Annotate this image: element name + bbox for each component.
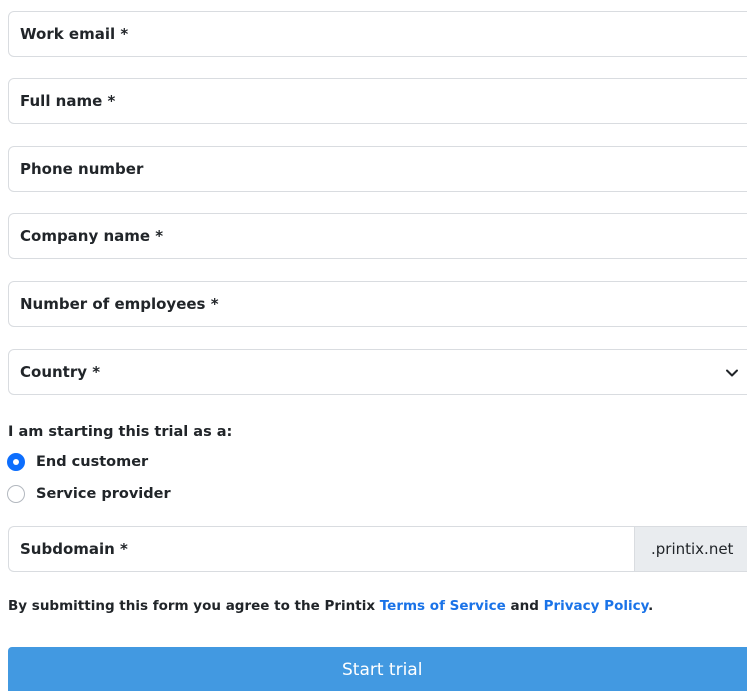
radio-end-customer[interactable]: End customer (7, 453, 148, 471)
terms-notice: By submitting this form you agree to the… (8, 598, 653, 614)
phone-number-field[interactable]: Phone number (8, 146, 747, 192)
terms-suffix: . (648, 598, 654, 614)
country-label: Country * (20, 363, 101, 381)
number-of-employees-field[interactable]: Number of employees * (8, 281, 747, 327)
full-name-label: Full name * (20, 92, 116, 110)
radio-selected-icon[interactable] (7, 453, 25, 471)
radio-service-provider-label: Service provider (36, 486, 171, 502)
number-of-employees-label: Number of employees * (20, 295, 219, 313)
subdomain-input-group: Subdomain * .printix.net (8, 526, 747, 572)
full-name-field[interactable]: Full name * (8, 78, 747, 124)
radio-unselected-icon[interactable] (7, 485, 25, 503)
signup-form: Work email * Full name * Phone number Co… (0, 0, 747, 691)
work-email-field[interactable]: Work email * (8, 11, 747, 57)
trial-question: I am starting this trial as a: (8, 424, 233, 440)
start-trial-label: Start trial (342, 660, 423, 680)
subdomain-field[interactable]: Subdomain * (8, 526, 634, 572)
terms-middle: and (510, 598, 539, 614)
phone-number-label: Phone number (20, 160, 144, 178)
chevron-down-icon (726, 369, 738, 377)
subdomain-label: Subdomain * (20, 540, 128, 558)
company-name-field[interactable]: Company name * (8, 213, 747, 259)
radio-service-provider[interactable]: Service provider (7, 485, 171, 503)
subdomain-suffix: .printix.net (634, 526, 747, 572)
terms-of-service-link[interactable]: Terms of Service (380, 598, 506, 614)
work-email-label: Work email * (20, 25, 129, 43)
country-select[interactable]: Country * (8, 349, 747, 395)
company-name-label: Company name * (20, 227, 164, 245)
radio-end-customer-label: End customer (36, 454, 149, 470)
start-trial-button[interactable]: Start trial (8, 647, 747, 691)
terms-prefix: By submitting this form you agree to the… (8, 598, 376, 614)
privacy-policy-link[interactable]: Privacy Policy (544, 598, 649, 614)
